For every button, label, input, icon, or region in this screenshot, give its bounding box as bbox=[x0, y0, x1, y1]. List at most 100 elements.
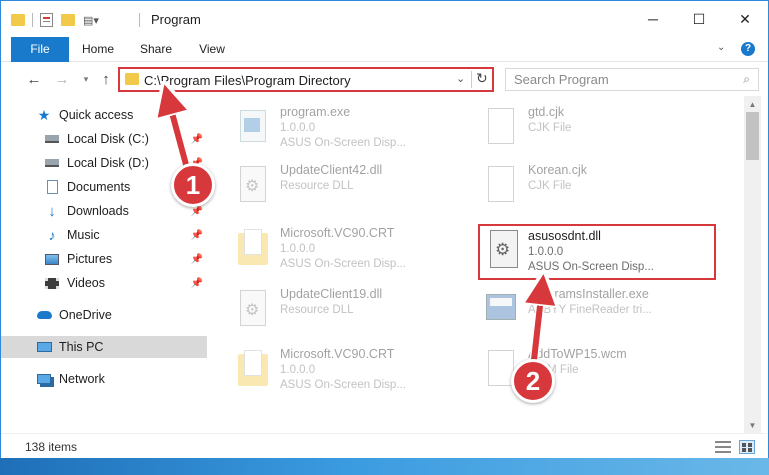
pin-icon[interactable]: 📌 bbox=[191, 278, 203, 289]
maximize-button[interactable]: ☐ bbox=[676, 1, 722, 37]
file-name: Microsoft.VC90.CRT bbox=[280, 347, 395, 361]
search-input[interactable] bbox=[514, 70, 734, 89]
file-detail: Resource DLL bbox=[280, 304, 354, 316]
refresh-icon[interactable]: ↻ bbox=[476, 70, 488, 87]
nav-item-music[interactable]: ♪ Music 📌 bbox=[1, 224, 207, 246]
file-item[interactable]: ⚙ UpdateClient19.dll Resource DLL bbox=[208, 284, 448, 336]
computer-icon bbox=[35, 339, 53, 355]
pin-icon[interactable]: 📌 bbox=[191, 134, 203, 145]
file-detail: CJK File bbox=[528, 180, 572, 192]
network-icon bbox=[35, 371, 53, 387]
back-button[interactable]: ← bbox=[23, 68, 45, 90]
nav-item-this-pc[interactable]: This PC bbox=[1, 336, 207, 358]
file-name: UpdateClient42.dll bbox=[280, 163, 383, 177]
recent-locations-button[interactable]: ▾ bbox=[75, 68, 97, 90]
address-bar[interactable]: C:\Program Files\Program Directory ⌄ ↻ bbox=[118, 67, 494, 92]
forward-arrow-icon: → bbox=[54, 70, 70, 88]
search-icon: ⌕ bbox=[743, 72, 750, 86]
tab-file[interactable]: File bbox=[11, 37, 69, 62]
nav-item-label: This PC bbox=[59, 340, 104, 354]
explorer-window: ▤▾ Program ─ ☐ ✕ File Home Share View ⌄ … bbox=[0, 0, 769, 475]
file-name: AddToWP15.wcm bbox=[528, 347, 627, 361]
nav-item-label: Videos bbox=[67, 276, 105, 290]
title-bar: ▤▾ Program ─ ☐ ✕ bbox=[1, 1, 768, 37]
file-item[interactable]: ProgramsInstaller.exe ABBYY FineReader t… bbox=[456, 284, 696, 336]
properties-icon[interactable] bbox=[40, 13, 53, 27]
file-list: program.exe 1.0.0.0 ASUS On-Screen Disp.… bbox=[208, 96, 744, 433]
scroll-up-icon[interactable]: ▲ bbox=[744, 96, 761, 112]
pin-icon[interactable]: 📌 bbox=[191, 254, 203, 265]
new-folder-icon[interactable] bbox=[61, 14, 75, 26]
file-item[interactable]: Microsoft.VC90.CRT 1.0.0.0 ASUS On-Scree… bbox=[208, 223, 448, 275]
nav-item-videos[interactable]: Videos 📌 bbox=[1, 272, 207, 294]
file-detail: ASUS On-Screen Disp... bbox=[280, 137, 406, 149]
scroll-down-icon[interactable]: ▼ bbox=[744, 417, 761, 433]
close-button[interactable]: ✕ bbox=[722, 1, 768, 37]
forward-button[interactable]: → bbox=[51, 68, 73, 90]
up-arrow-icon: ↑ bbox=[102, 70, 110, 88]
chevron-down-icon: ▾ bbox=[83, 73, 89, 84]
search-box[interactable]: ⌕ bbox=[505, 68, 759, 91]
item-count: 138 items bbox=[25, 440, 78, 454]
cloud-icon bbox=[35, 307, 53, 323]
file-detail: ASUS On-Screen Disp... bbox=[280, 379, 406, 391]
file-item[interactable]: Microsoft.VC90.CRT 1.0.0.0 ASUS On-Scree… bbox=[208, 344, 448, 396]
file-detail: 1.0.0.0 bbox=[280, 364, 316, 376]
tab-home[interactable]: Home bbox=[77, 37, 119, 62]
file-detail: 1.0.0.0 bbox=[280, 243, 316, 255]
file-item[interactable]: AddToWP15.wcm WCM File bbox=[456, 344, 696, 396]
up-button[interactable]: ↑ bbox=[95, 68, 117, 90]
back-arrow-icon: ← bbox=[26, 70, 42, 88]
pictures-icon bbox=[43, 251, 61, 267]
customize-icon[interactable]: ▤▾ bbox=[83, 14, 99, 27]
nav-item-onedrive[interactable]: OneDrive bbox=[1, 304, 207, 326]
pin-icon[interactable]: 📌 bbox=[191, 230, 203, 241]
file-item[interactable]: ⚙ UpdateClient42.dll Resource DLL bbox=[208, 160, 448, 212]
nav-item-label: Pictures bbox=[67, 252, 113, 266]
address-path[interactable]: C:\Program Files\Program Directory bbox=[144, 73, 351, 88]
file-name: asusosdnt.dll bbox=[528, 229, 601, 243]
step-badge-2: 2 bbox=[511, 359, 555, 403]
tab-share[interactable]: Share bbox=[135, 37, 177, 62]
scroll-thumb[interactable] bbox=[746, 112, 759, 160]
file-item[interactable]: gtd.cjk CJK File bbox=[456, 102, 696, 154]
file-item-asusosdnt-dll[interactable]: ⚙ asusosdnt.dll 1.0.0.0 ASUS On-Screen D… bbox=[478, 224, 716, 280]
details-view-icon[interactable] bbox=[715, 440, 731, 454]
nav-item-downloads[interactable]: ↓ Downloads 📌 bbox=[1, 200, 207, 222]
nav-item-local-disk-c[interactable]: Local Disk (C:) 📌 bbox=[1, 128, 207, 150]
desktop-background bbox=[0, 458, 769, 475]
drive-icon bbox=[43, 131, 61, 147]
nav-item-label: Local Disk (D:) bbox=[67, 156, 149, 170]
file-name: ProgramsInstaller.exe bbox=[528, 287, 649, 301]
file-name: Microsoft.VC90.CRT bbox=[280, 226, 395, 240]
address-row: ← → ▾ ↑ C:\Program Files\Program Directo… bbox=[1, 63, 768, 95]
file-icon bbox=[484, 106, 518, 148]
help-button[interactable]: ? bbox=[741, 42, 755, 56]
quick-access-toolbar: ▤▾ bbox=[11, 11, 99, 29]
expand-ribbon-icon[interactable]: ⌄ bbox=[717, 42, 725, 53]
divider bbox=[139, 13, 140, 27]
dll-icon: ⚙ bbox=[488, 228, 520, 270]
download-icon: ↓ bbox=[48, 202, 56, 220]
tiles-view-icon[interactable] bbox=[739, 440, 755, 454]
file-item[interactable]: program.exe 1.0.0.0 ASUS On-Screen Disp.… bbox=[208, 102, 448, 154]
pin-icon[interactable]: 📌 bbox=[191, 206, 203, 217]
nav-item-pictures[interactable]: Pictures 📌 bbox=[1, 248, 207, 270]
file-detail: ASUS On-Screen Disp... bbox=[280, 258, 406, 270]
vertical-scrollbar[interactable]: ▲ ▼ bbox=[744, 96, 761, 433]
folder-icon bbox=[125, 73, 139, 85]
star-icon: ★ bbox=[37, 106, 51, 123]
address-dropdown-icon[interactable]: ⌄ bbox=[456, 72, 465, 85]
minimize-button[interactable]: ─ bbox=[630, 1, 676, 37]
dll-icon: ⚙ bbox=[236, 164, 270, 206]
file-detail: ASUS On-Screen Disp... bbox=[528, 261, 654, 273]
tab-view[interactable]: View bbox=[193, 37, 231, 62]
drive-icon bbox=[43, 155, 61, 171]
nav-item-network[interactable]: Network bbox=[1, 368, 207, 390]
file-detail: 1.0.0.0 bbox=[528, 246, 564, 258]
file-item[interactable]: Korean.cjk CJK File bbox=[456, 160, 696, 212]
file-name: Korean.cjk bbox=[528, 163, 588, 177]
file-name: UpdateClient19.dll bbox=[280, 287, 383, 301]
nav-item-quick-access[interactable]: ★ Quick access bbox=[1, 104, 207, 126]
status-bar: 138 items bbox=[1, 433, 768, 459]
